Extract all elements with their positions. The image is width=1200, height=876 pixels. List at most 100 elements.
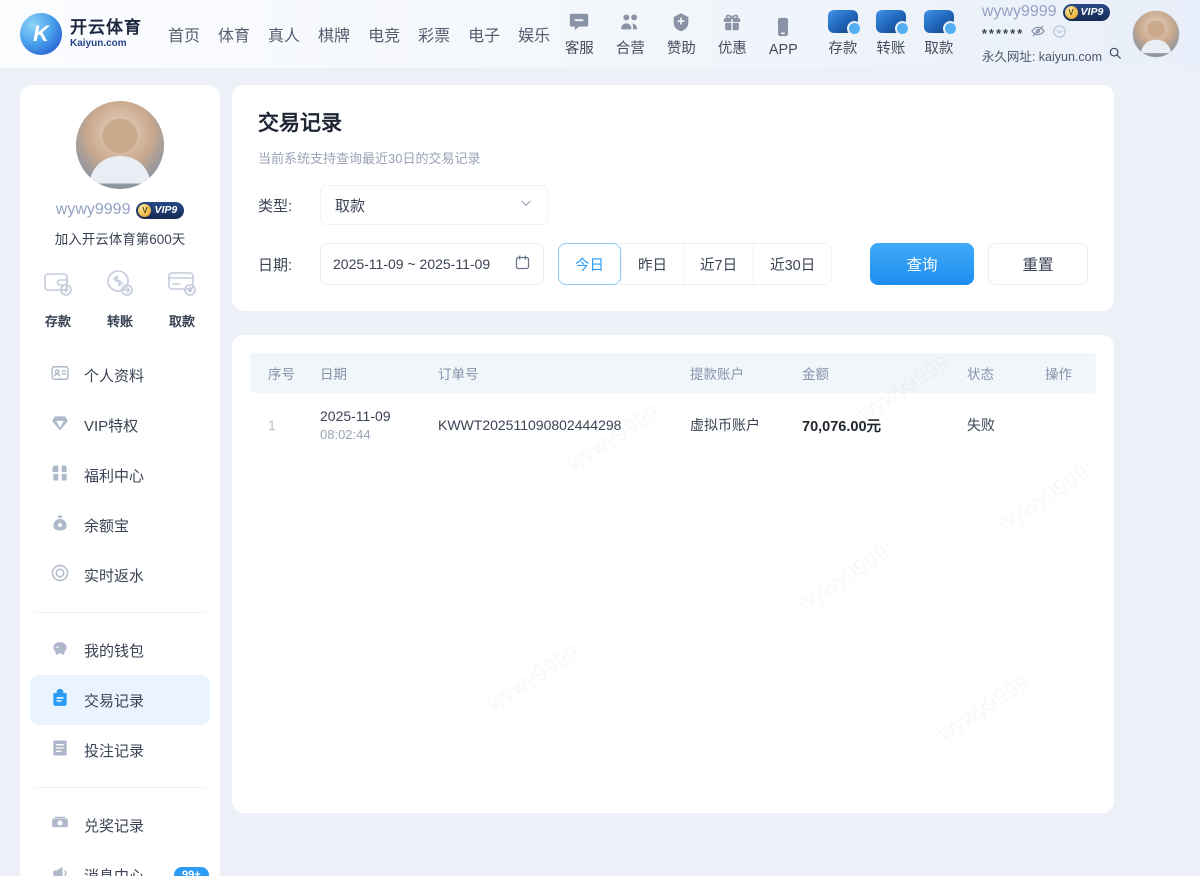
search-icon[interactable] bbox=[1108, 46, 1122, 65]
deposit-card-icon bbox=[828, 10, 858, 33]
type-label: 类型: bbox=[258, 195, 306, 216]
menu-divider bbox=[34, 612, 206, 613]
message-count-badge: 99+ bbox=[174, 867, 209, 876]
profile-username: wywy9999 bbox=[56, 201, 131, 219]
transfer-icon bbox=[104, 268, 136, 303]
date-range-presets: 今日 昨日 近7日 近30日 bbox=[558, 243, 832, 285]
search-button[interactable]: 查询 bbox=[870, 243, 974, 285]
bet-record-icon bbox=[50, 738, 70, 762]
cell-date: 2025-11-09 08:02:44 bbox=[320, 408, 438, 442]
table-row: 1 2025-11-09 08:02:44 KWWT20251109080244… bbox=[250, 393, 1096, 457]
filter-card: 交易记录 当前系统支持查询最近30日的交易记录 类型: 取款 日期: 2025-… bbox=[232, 85, 1114, 311]
profile-vip-shield-icon: V bbox=[138, 204, 151, 217]
withdraw-link[interactable]: 取款 bbox=[924, 10, 954, 58]
menu-label: 实时返水 bbox=[84, 565, 144, 586]
cell-status: 失败 bbox=[967, 415, 1045, 435]
preset-7days[interactable]: 近7日 bbox=[683, 244, 753, 284]
sidebar-item-welfare[interactable]: 福利中心 bbox=[20, 450, 220, 500]
col-account: 提款账户 bbox=[690, 363, 802, 383]
profile-name-row: wywy9999 V VIP9 bbox=[56, 201, 184, 219]
promo-icon bbox=[721, 11, 743, 33]
deposit-icon bbox=[42, 268, 74, 303]
sponsor-link[interactable]: 赞助 bbox=[667, 11, 696, 58]
date-label: 日期: bbox=[258, 254, 306, 275]
promo-link[interactable]: 优惠 bbox=[718, 11, 747, 58]
watermark-text: wywy9999 bbox=[793, 540, 894, 616]
site-logo[interactable]: K 开云体育 Kaiyun.com bbox=[20, 13, 142, 55]
transfer-link[interactable]: 转账 bbox=[876, 10, 906, 58]
sidebar-withdraw-label: 取款 bbox=[169, 311, 195, 330]
type-filter-row: 类型: 取款 bbox=[258, 185, 1088, 225]
preset-yesterday[interactable]: 昨日 bbox=[621, 244, 683, 284]
sidebar-item-messages[interactable]: 消息中心 99+ bbox=[20, 850, 220, 876]
filter-actions: 查询 重置 bbox=[870, 243, 1088, 285]
logo-text: 开云体育 Kaiyun.com bbox=[70, 19, 142, 49]
app-label: APP bbox=[769, 42, 798, 58]
nav-home[interactable]: 首页 bbox=[168, 22, 200, 46]
sidebar-deposit-action[interactable]: 存款 bbox=[42, 268, 74, 330]
eye-off-icon[interactable] bbox=[1030, 23, 1046, 44]
nav-esports[interactable]: 电竞 bbox=[368, 22, 400, 46]
chevron-down-icon bbox=[519, 196, 533, 214]
customer-service-icon bbox=[568, 11, 590, 33]
menu-label: 福利中心 bbox=[84, 465, 144, 486]
megaphone-icon bbox=[50, 863, 70, 876]
type-select[interactable]: 取款 bbox=[320, 185, 548, 225]
nav-lottery[interactable]: 彩票 bbox=[418, 22, 450, 46]
sponsor-icon bbox=[670, 11, 692, 33]
deposit-label: 存款 bbox=[828, 37, 857, 58]
nav-slots[interactable]: 电子 bbox=[468, 22, 500, 46]
sidebar-item-transactions[interactable]: 交易记录 bbox=[30, 675, 210, 725]
promo-label: 优惠 bbox=[718, 37, 747, 58]
main-area: 交易记录 当前系统支持查询最近30日的交易记录 类型: 取款 日期: 2025-… bbox=[232, 85, 1114, 813]
date-range-value: 2025-11-09 ~ 2025-11-09 bbox=[333, 256, 490, 272]
menu-label: 投注记录 bbox=[84, 740, 144, 761]
membership-days: 加入开云体育第600天 bbox=[55, 228, 186, 248]
nav-chess[interactable]: 棋牌 bbox=[318, 22, 350, 46]
customer-service-link[interactable]: 客服 bbox=[565, 11, 594, 58]
sidebar-item-profile[interactable]: 个人资料 bbox=[20, 350, 220, 400]
col-status: 状态 bbox=[967, 363, 1045, 383]
preset-30days[interactable]: 近30日 bbox=[753, 244, 831, 284]
sidebar-transfer-action[interactable]: 转账 bbox=[104, 268, 136, 330]
sidebar-transfer-label: 转账 bbox=[107, 311, 133, 330]
nav-sports[interactable]: 体育 bbox=[218, 22, 250, 46]
user-block: wywy9999 V VIP9 ****** 永久网址: kaiyun.com bbox=[982, 3, 1180, 65]
sidebar-withdraw-action[interactable]: 取款 bbox=[166, 268, 198, 330]
topbar-money-links: 存款 转账 取款 bbox=[828, 10, 954, 58]
reset-button[interactable]: 重置 bbox=[988, 243, 1088, 285]
cell-index: 1 bbox=[268, 417, 320, 433]
preset-today[interactable]: 今日 bbox=[558, 243, 621, 285]
partner-link[interactable]: 合营 bbox=[616, 11, 645, 58]
sidebar-item-wallet[interactable]: 我的钱包 bbox=[20, 625, 220, 675]
deposit-link[interactable]: 存款 bbox=[828, 10, 858, 58]
user-avatar[interactable] bbox=[1132, 10, 1180, 58]
account-dropdown-icon[interactable] bbox=[1052, 24, 1067, 44]
menu-label: 余额宝 bbox=[84, 515, 129, 536]
sidebar-item-bets[interactable]: 投注记录 bbox=[20, 725, 220, 775]
transfer-label: 转账 bbox=[876, 37, 905, 58]
app-link[interactable]: APP bbox=[769, 16, 798, 58]
sidebar-item-redeem[interactable]: 兑奖记录 bbox=[20, 800, 220, 850]
sidebar-item-yuebao[interactable]: 余额宝 bbox=[20, 500, 220, 550]
menu-label: 交易记录 bbox=[84, 690, 144, 711]
withdraw-icon bbox=[166, 268, 198, 303]
cell-account: 虚拟币账户 bbox=[690, 415, 802, 435]
profile-avatar[interactable] bbox=[76, 101, 164, 189]
nav-entertainment[interactable]: 娱乐 bbox=[518, 22, 550, 46]
rebate-icon bbox=[50, 563, 70, 587]
watermark-text: wywy9999 bbox=[993, 460, 1094, 536]
date-range-input[interactable]: 2025-11-09 ~ 2025-11-09 bbox=[320, 243, 544, 285]
cell-date-time: 08:02:44 bbox=[320, 427, 438, 442]
sidebar-item-rebate[interactable]: 实时返水 bbox=[20, 550, 220, 600]
col-date: 日期 bbox=[320, 363, 438, 383]
id-card-icon bbox=[50, 363, 70, 387]
vip-badge: V VIP9 bbox=[1063, 4, 1111, 21]
sidebar-item-vip[interactable]: VIP特权 bbox=[20, 400, 220, 450]
transfer-card-icon bbox=[876, 10, 906, 33]
partner-icon bbox=[619, 11, 641, 33]
calendar-icon bbox=[514, 254, 531, 274]
cell-order-no: KWWT202511090802444298 bbox=[438, 417, 690, 433]
menu-label: 个人资料 bbox=[84, 365, 144, 386]
nav-live[interactable]: 真人 bbox=[268, 22, 300, 46]
